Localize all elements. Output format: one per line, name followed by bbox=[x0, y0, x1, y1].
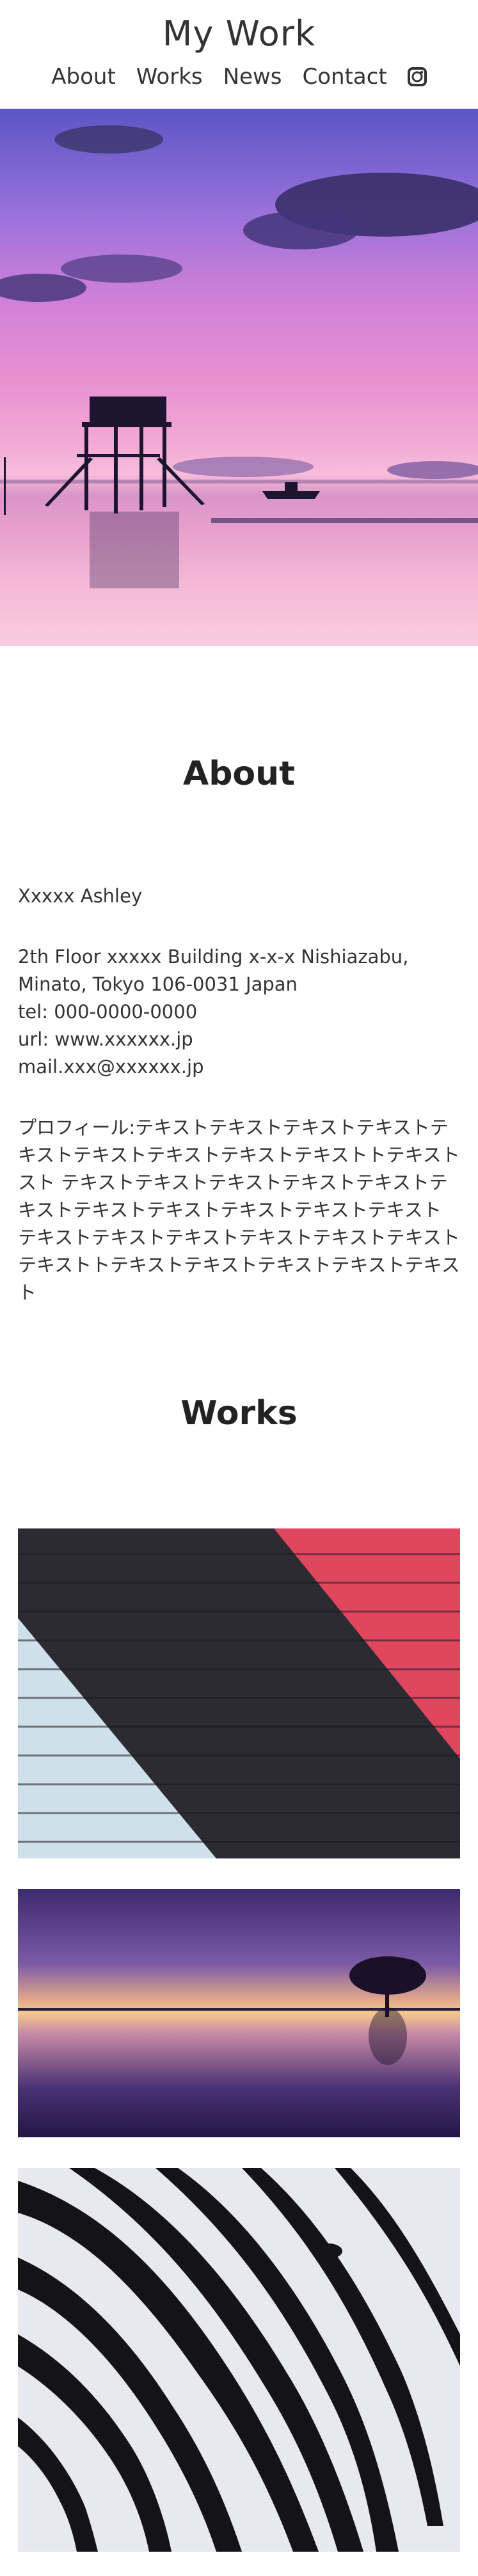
sunset-tree-image bbox=[18, 1889, 460, 2137]
contact-info: 2th Floor xxxxx Building x-x-x Nishiazab… bbox=[18, 943, 460, 1081]
main-nav: About Works News Contact bbox=[0, 64, 478, 90]
mail-line[interactable]: mail.xxx@xxxxxx.jp bbox=[18, 1056, 204, 1078]
profile-name: Xxxxx Ashley bbox=[18, 885, 143, 907]
site-header: My Work About Works News Contact bbox=[0, 0, 478, 109]
profile-text: プロフィール:テキストテキストテキストテキストテキストテキストテキストテキストテ… bbox=[18, 1117, 460, 1303]
address-line-1: 2th Floor xxxxx Building x-x-x Nishiazab… bbox=[18, 946, 409, 968]
nav-contact[interactable]: Contact bbox=[302, 64, 386, 90]
site-title[interactable]: My Work bbox=[0, 0, 478, 56]
about-section: About Xxxxx Ashley 2th Floor xxxxx Build… bbox=[0, 646, 478, 1394]
hero-image bbox=[0, 109, 478, 646]
nav-news[interactable]: News bbox=[223, 64, 282, 90]
hero-illustration bbox=[0, 109, 478, 646]
works-title: Works bbox=[180, 1394, 298, 1433]
nav-works[interactable]: Works bbox=[136, 64, 203, 90]
work-item-1[interactable] bbox=[18, 1528, 460, 1858]
url-line[interactable]: url: www.xxxxxx.jp bbox=[18, 1028, 193, 1050]
work-item-3[interactable] bbox=[18, 2168, 460, 2552]
works-section: Works bbox=[0, 1394, 478, 2552]
about-title: About bbox=[182, 755, 296, 793]
address-line-2: Minato, Tokyo 106-0031 Japan bbox=[18, 973, 298, 995]
brick-wall-image bbox=[18, 1528, 460, 1858]
nav-about[interactable]: About bbox=[51, 64, 116, 90]
instagram-icon[interactable] bbox=[407, 67, 427, 86]
work-item-2[interactable] bbox=[18, 1889, 460, 2137]
zebra-image bbox=[18, 2168, 460, 2552]
tel-line: tel: 000-0000-0000 bbox=[18, 1001, 198, 1023]
